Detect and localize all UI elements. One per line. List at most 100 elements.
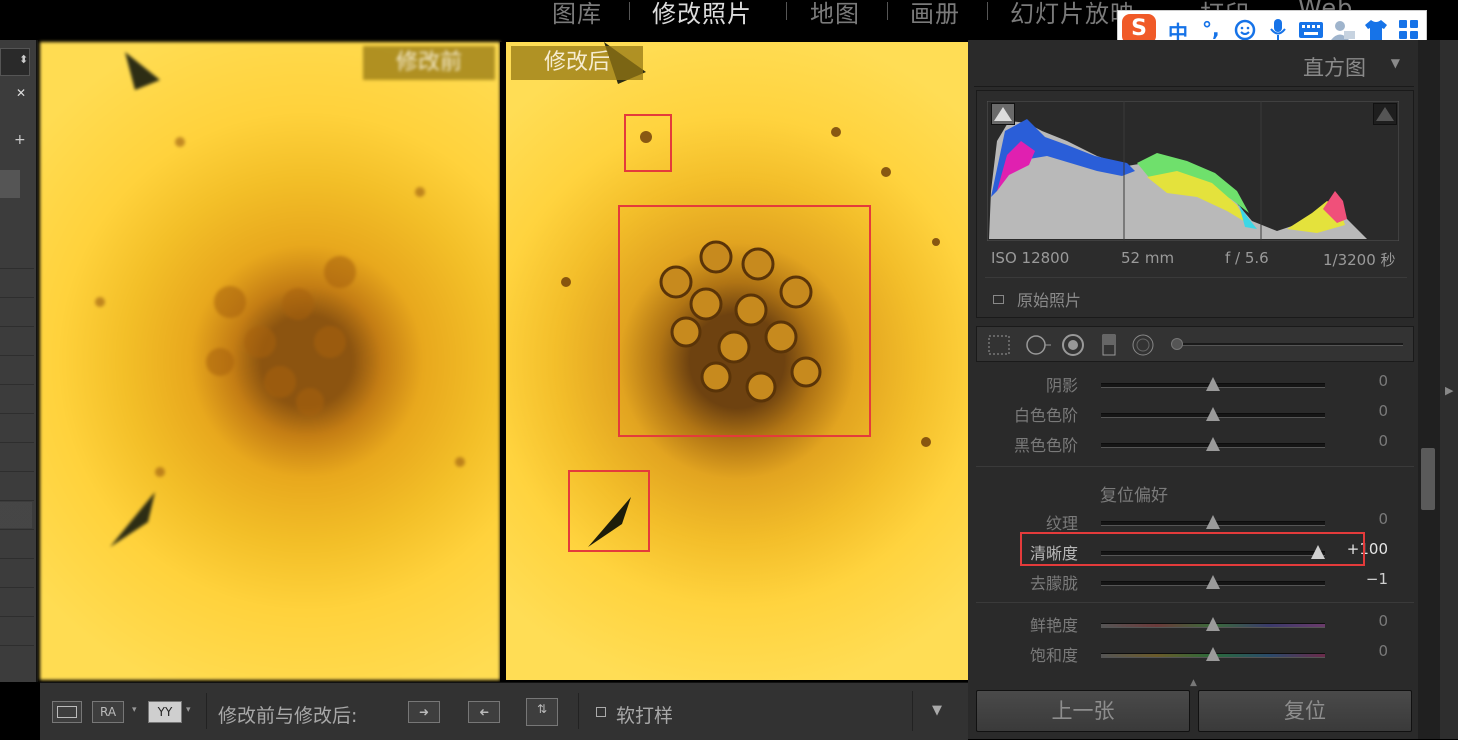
slider-thumb[interactable] [1206, 407, 1220, 421]
emoji-icon[interactable] [1234, 19, 1256, 41]
previous-button[interactable]: 上一张 [976, 690, 1190, 732]
swap-icon: ⇅ [536, 702, 548, 716]
triangle-right-icon: ▶ [1445, 384, 1454, 397]
right-edge-panel-toggle[interactable]: ▶ [1440, 40, 1458, 739]
graduated-filter-icon[interactable] [1101, 333, 1117, 357]
slider-thumb[interactable] [1206, 437, 1220, 451]
slider-value[interactable]: 0 [1378, 612, 1388, 630]
slider-track[interactable] [1101, 515, 1325, 529]
slider-value[interactable]: −1 [1366, 570, 1388, 588]
slider-label: 饱和度 [1029, 646, 1078, 665]
highlight-box-top [624, 114, 672, 172]
dropdown-arrow-icon[interactable]: ▾ [132, 705, 137, 715]
iso-value: ISO 12800 [991, 249, 1070, 267]
slider-value[interactable]: 0 [1378, 432, 1388, 450]
toolbar-separator [578, 693, 579, 729]
left-panel-dropdown[interactable]: ⬍ [0, 48, 30, 76]
user-center-icon[interactable] [1330, 19, 1356, 41]
slider-label: 鲜艳度 [1029, 616, 1078, 635]
brush-slider-thumb[interactable] [1171, 338, 1183, 350]
reset-button[interactable]: 复位 [1198, 690, 1412, 732]
scrollbar-thumb[interactable] [1421, 448, 1435, 510]
copy-before-to-after-button[interactable]: ➜ [408, 701, 440, 723]
slider-thumb[interactable] [1206, 377, 1220, 391]
slider-track[interactable] [1101, 575, 1325, 589]
close-icon[interactable]: ✕ [16, 86, 26, 100]
photo-before[interactable]: 修改前 [40, 42, 500, 680]
before-label: 修改前 [363, 46, 495, 80]
slider-label: 去朦胧 [1029, 574, 1078, 593]
module-separator [786, 2, 787, 20]
module-book[interactable]: 画册 [910, 0, 960, 29]
slider-shadows: 阴影 0 [968, 372, 1408, 396]
shutter-speed: 1/3200 秒 [1323, 251, 1396, 269]
slider-thumb[interactable] [1206, 515, 1220, 529]
toolbox-grid-icon[interactable] [1398, 19, 1420, 41]
module-map[interactable]: 地图 [810, 0, 860, 29]
spot-removal-icon[interactable] [1025, 333, 1053, 357]
slider-track[interactable] [1101, 437, 1325, 451]
radial-filter-icon[interactable] [1131, 333, 1155, 357]
slider-value[interactable]: 0 [1378, 402, 1388, 420]
slider-label: 纹理 [1045, 514, 1078, 533]
add-icon[interactable]: + [14, 132, 26, 148]
before-after-yy-button[interactable]: YY [148, 701, 182, 723]
loupe-icon [57, 706, 77, 718]
dropdown-arrow-icon[interactable]: ▾ [186, 705, 191, 715]
module-library[interactable]: 图库 [552, 0, 602, 29]
ime-punct-toggle[interactable]: °, [1202, 17, 1220, 41]
loupe-view-button[interactable] [52, 701, 82, 723]
swap-before-after-button[interactable]: ⇅ [526, 698, 558, 726]
slider-texture: 纹理 0 [968, 510, 1408, 534]
slider-thumb[interactable] [1206, 617, 1220, 631]
skin-shirt-icon[interactable] [1364, 19, 1388, 41]
highlight-clipping-toggle[interactable] [1373, 103, 1397, 125]
red-eye-icon[interactable] [1061, 333, 1085, 357]
slider-track[interactable] [1101, 647, 1325, 661]
crop-overlay-icon[interactable] [987, 334, 1011, 356]
slider-value[interactable]: 0 [1378, 510, 1388, 528]
bottom-toolbar: RA ▾ YY ▾ 修改前与修改后: ➜ ➜ ⇅ 软打样 ▼ [40, 682, 968, 740]
slider-thumb[interactable] [1206, 647, 1220, 661]
slider-label: 黑色色阶 [1013, 436, 1078, 455]
right-panel-scrollbar[interactable] [1418, 40, 1440, 739]
left-panel-button[interactable] [0, 170, 20, 198]
histogram-title: 直方图 [1303, 56, 1366, 80]
left-panel: ⬍ ✕ + [0, 40, 38, 682]
slider-vibrance: 鲜艳度 0 [968, 612, 1408, 636]
slider-track[interactable] [1101, 617, 1325, 631]
slider-value[interactable]: 0 [1378, 642, 1388, 660]
slider-thumb[interactable] [1206, 575, 1220, 589]
highlight-box-bottom [568, 470, 650, 552]
copy-after-to-before-button[interactable]: ➜ [468, 701, 500, 723]
highlight-box-clarity [1020, 532, 1365, 566]
histogram-graph[interactable] [987, 101, 1399, 241]
triangle-up-icon [1376, 107, 1394, 121]
photo-after[interactable]: 修改后 [506, 42, 968, 680]
slider-track[interactable] [1101, 407, 1325, 421]
panel-end-arrow-icon: ▲ [1190, 678, 1197, 688]
after-label: 修改后 [511, 46, 643, 80]
triangle-up-icon [994, 107, 1012, 121]
keyboard-icon[interactable] [1298, 21, 1324, 39]
module-develop[interactable]: 修改照片 [652, 0, 752, 29]
soft-proof-label: 软打样 [616, 705, 674, 727]
collapse-triangle-icon[interactable]: ▼ [1391, 56, 1400, 70]
slider-value[interactable]: 0 [1378, 372, 1388, 390]
arrow-left-icon: ➜ [478, 705, 490, 719]
divider [976, 466, 1414, 467]
histogram-header[interactable]: 直方图 ▼ [974, 42, 1414, 87]
compare-label: 修改前与修改后: [218, 705, 358, 727]
toolbar-menu-chevron-icon[interactable]: ▼ [932, 703, 942, 718]
microphone-icon[interactable] [1269, 18, 1287, 42]
brush-slider-track[interactable] [1175, 343, 1403, 346]
module-separator [987, 2, 988, 20]
slider-whites: 白色色阶 0 [968, 402, 1408, 426]
soft-proof-checkbox[interactable] [596, 707, 606, 717]
aperture-value: f / 5.6 [1225, 249, 1269, 267]
original-photo-checkbox[interactable] [993, 295, 1004, 304]
before-after-ra-button[interactable]: RA [92, 701, 124, 723]
slider-track[interactable] [1101, 377, 1325, 391]
shadow-clipping-toggle[interactable] [991, 103, 1015, 125]
presence-reset-title[interactable]: 复位偏好 [1100, 481, 1168, 506]
